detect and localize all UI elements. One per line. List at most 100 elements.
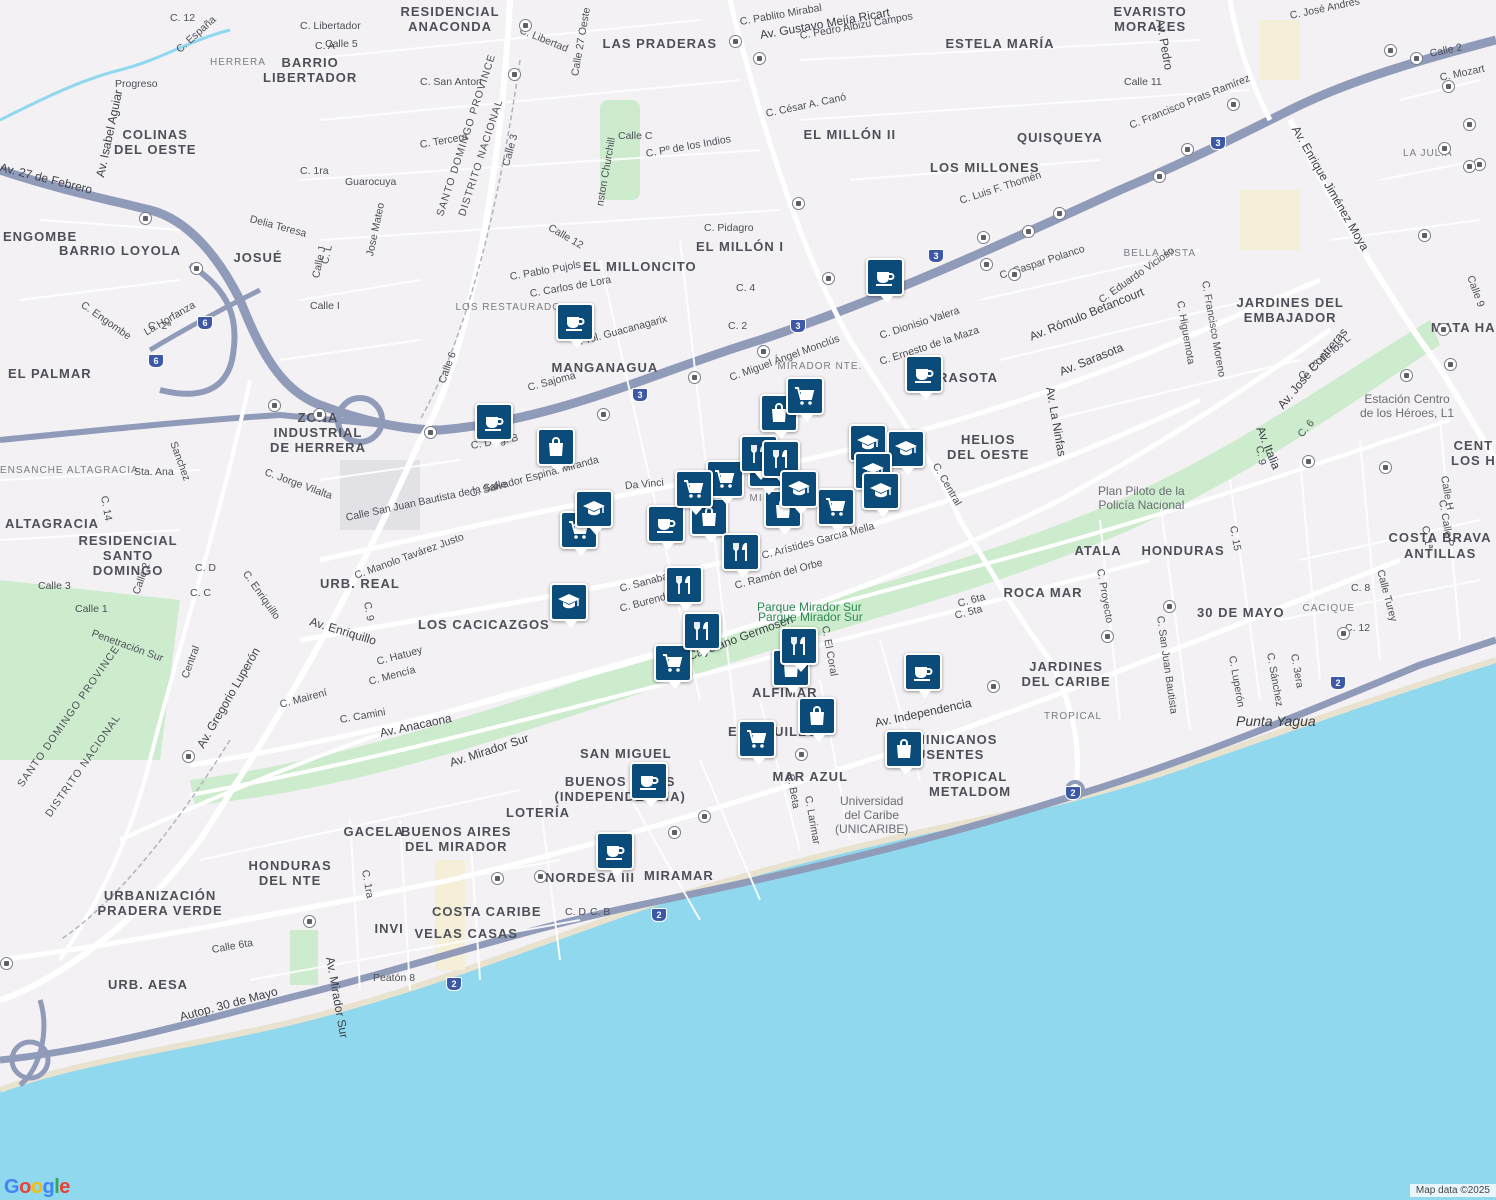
coffee-marker[interactable] bbox=[866, 258, 904, 303]
map-attribution[interactable]: Map data ©2025 bbox=[1409, 1184, 1496, 1197]
bus-stop-icon[interactable] bbox=[1444, 358, 1457, 371]
bus-stop-icon[interactable] bbox=[139, 212, 152, 225]
shopping-marker[interactable] bbox=[885, 730, 923, 775]
map-canvas[interactable]: RESIDENCIAL ANACONDA LAS PRADERAS ESTELA M… bbox=[0, 0, 1496, 1200]
bus-stop-icon[interactable] bbox=[1418, 229, 1431, 242]
district-label: URBANIZACIÓN PRADERA VERDE bbox=[97, 888, 223, 918]
coffee-marker[interactable] bbox=[596, 832, 634, 877]
bus-stop-icon[interactable] bbox=[534, 870, 547, 883]
coffee-marker[interactable] bbox=[905, 355, 943, 400]
bus-stop-icon[interactable] bbox=[1008, 268, 1021, 281]
bus-stop-icon[interactable] bbox=[519, 19, 532, 32]
bus-stop-icon[interactable] bbox=[0, 957, 13, 970]
school-marker[interactable] bbox=[780, 470, 818, 515]
bus-stop-icon[interactable] bbox=[792, 197, 805, 210]
grocery-marker[interactable] bbox=[738, 720, 776, 765]
coffee-icon bbox=[657, 519, 676, 533]
bus-stop-icon[interactable] bbox=[980, 258, 993, 271]
bus-stop-icon[interactable] bbox=[987, 680, 1000, 693]
shopping-icon bbox=[897, 739, 911, 758]
bus-stop-icon[interactable] bbox=[1181, 143, 1194, 156]
street-label: C. 8 bbox=[1351, 582, 1371, 594]
place-label: Punta Yagua bbox=[1236, 713, 1316, 729]
grocery-marker[interactable] bbox=[675, 470, 713, 515]
street-label: Calle 1 bbox=[75, 603, 108, 615]
bus-stop-icon[interactable] bbox=[1438, 142, 1451, 155]
district-label: ROCA MAR bbox=[1003, 585, 1083, 600]
grocery-marker[interactable] bbox=[786, 377, 824, 422]
google-logo: Google bbox=[4, 1176, 70, 1199]
bus-stop-icon[interactable] bbox=[424, 426, 437, 439]
bus-stop-icon[interactable] bbox=[1163, 600, 1176, 613]
district-label: BARRIO LOYOLA bbox=[59, 243, 182, 258]
district-label: MIRADOR NTE. bbox=[777, 361, 863, 372]
bus-stop-icon[interactable] bbox=[1463, 118, 1476, 131]
bus-stop-icon[interactable] bbox=[1022, 225, 1035, 238]
bus-stop-icon[interactable] bbox=[1410, 52, 1423, 65]
bus-stop-icon[interactable] bbox=[268, 399, 281, 412]
district-label: ENSANCHE ALTAGRACIA bbox=[0, 465, 139, 476]
school-icon bbox=[558, 594, 580, 609]
restaurant-marker[interactable] bbox=[780, 627, 818, 672]
district-label: ESTELA MARÍA bbox=[945, 36, 1055, 51]
street-label: C. Libertador bbox=[300, 20, 361, 32]
restaurant-marker[interactable] bbox=[665, 566, 703, 611]
restaurant-icon bbox=[733, 543, 747, 561]
bus-stop-icon[interactable] bbox=[688, 371, 701, 384]
bus-stop-icon[interactable] bbox=[1379, 461, 1392, 474]
street-label: C. Pidagro bbox=[704, 222, 754, 234]
bus-stop-icon[interactable] bbox=[1442, 80, 1455, 93]
coffee-marker[interactable] bbox=[475, 403, 513, 448]
bus-stop-icon[interactable] bbox=[729, 35, 742, 48]
street-label: Calle 3 bbox=[38, 580, 71, 592]
restaurant-marker[interactable] bbox=[683, 612, 721, 657]
grocery-marker[interactable] bbox=[817, 488, 855, 533]
bus-stop-icon[interactable] bbox=[508, 68, 521, 81]
bus-stop-icon[interactable] bbox=[597, 408, 610, 421]
bus-stop-icon[interactable] bbox=[753, 52, 766, 65]
bus-stop-icon[interactable] bbox=[757, 345, 770, 358]
bus-stop-icon[interactable] bbox=[977, 231, 990, 244]
restaurant-marker[interactable] bbox=[722, 533, 760, 578]
street-label: Sta. Ana bbox=[134, 466, 174, 478]
bus-stop-icon[interactable] bbox=[190, 262, 203, 275]
street-label: C. A bbox=[315, 40, 335, 52]
bus-stop-icon[interactable] bbox=[822, 272, 835, 285]
coffee-marker[interactable] bbox=[904, 653, 942, 698]
route-shield: 3 bbox=[1210, 136, 1226, 150]
bus-stop-icon[interactable] bbox=[1302, 455, 1315, 468]
coffee-marker[interactable] bbox=[630, 762, 668, 807]
grocery-icon bbox=[663, 654, 683, 672]
district-label: INVI bbox=[374, 921, 404, 936]
school-marker[interactable] bbox=[550, 583, 588, 628]
coffee-marker[interactable] bbox=[556, 303, 594, 348]
district-label: 30 DE MAYO bbox=[1197, 605, 1285, 620]
route-shield: 3 bbox=[790, 319, 806, 333]
shopping-marker[interactable] bbox=[537, 428, 575, 473]
bus-stop-icon[interactable] bbox=[182, 750, 195, 763]
bus-stop-icon[interactable] bbox=[303, 915, 316, 928]
bus-stop-icon[interactable] bbox=[1153, 170, 1166, 183]
bus-stop-icon[interactable] bbox=[1384, 44, 1397, 57]
coffee-marker[interactable] bbox=[647, 505, 685, 550]
bus-stop-icon[interactable] bbox=[1400, 369, 1413, 382]
school-marker[interactable] bbox=[887, 430, 925, 475]
bus-stop-icon[interactable] bbox=[1227, 98, 1240, 111]
bus-stop-icon[interactable] bbox=[795, 748, 808, 761]
coffee-icon bbox=[606, 846, 625, 860]
school-marker[interactable] bbox=[862, 472, 900, 517]
bus-stop-icon[interactable] bbox=[1463, 160, 1476, 173]
bus-stop-icon[interactable] bbox=[1337, 627, 1350, 640]
district-label: EL MILLÓN II bbox=[803, 127, 897, 142]
shopping-marker[interactable] bbox=[798, 697, 836, 742]
coffee-icon bbox=[566, 317, 585, 331]
bus-stop-icon[interactable] bbox=[698, 810, 711, 823]
route-shield: 2 bbox=[446, 977, 462, 991]
bus-stop-icon[interactable] bbox=[1053, 207, 1066, 220]
bus-stop-icon[interactable] bbox=[1101, 630, 1114, 643]
bus-stop-icon[interactable] bbox=[491, 872, 504, 885]
bus-stop-icon[interactable] bbox=[668, 826, 681, 839]
bus-stop-icon[interactable] bbox=[313, 408, 326, 421]
school-marker[interactable] bbox=[575, 490, 613, 535]
bus-stop-icon[interactable] bbox=[1437, 323, 1450, 336]
